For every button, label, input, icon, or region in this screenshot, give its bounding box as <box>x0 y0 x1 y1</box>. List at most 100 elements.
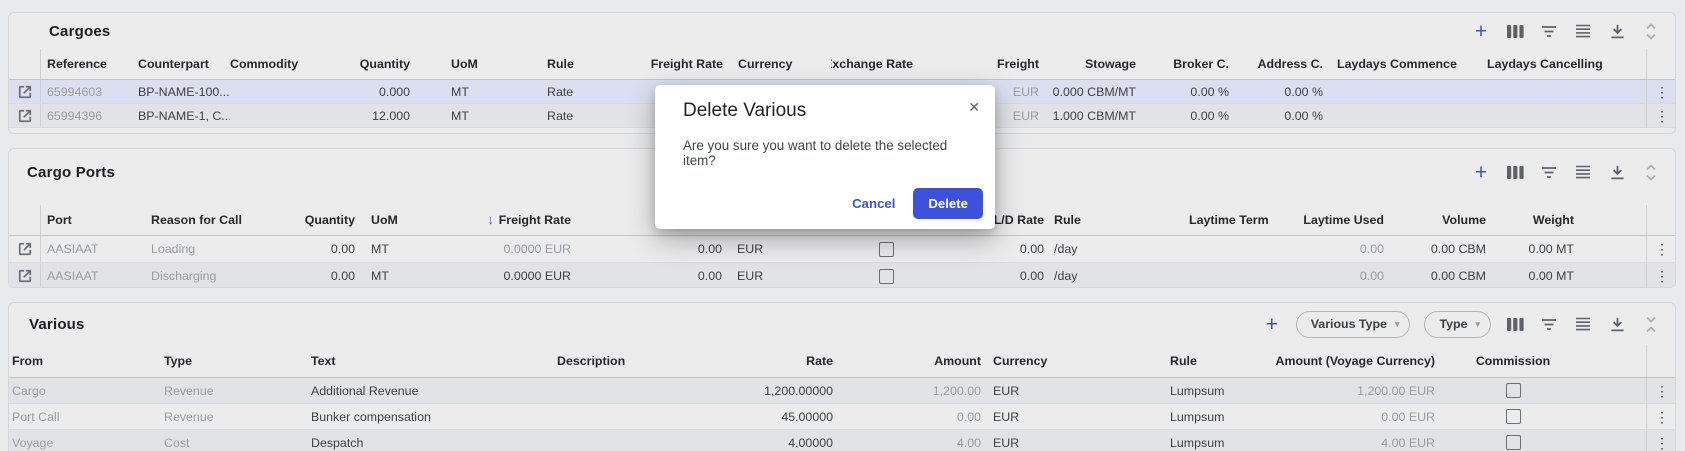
columns-icon-button[interactable] <box>1501 18 1529 44</box>
col-header-counterpart[interactable]: Counterpart <box>138 49 230 79</box>
cell-quantity: 0.00 <box>271 236 355 262</box>
col-header-quantity[interactable]: Quantity <box>271 205 355 235</box>
col-header-from[interactable]: From <box>9 345 164 377</box>
download-icon-button[interactable] <box>1603 159 1631 185</box>
col-header-rule[interactable]: Rule <box>1044 205 1131 235</box>
cell-port: AASIAAT <box>41 236 151 262</box>
dialog-title: Delete Various <box>683 100 971 122</box>
columns-icon-button[interactable] <box>1501 311 1529 337</box>
col-header-exchange-rate[interactable]: Exchange Rate <box>831 49 913 79</box>
col-header-stowage[interactable]: Stowage <box>1039 49 1136 79</box>
open-cargo-port-icon[interactable] <box>18 269 32 283</box>
filter-icon <box>1541 166 1557 179</box>
row-menu-icon[interactable]: ⋮ <box>1655 436 1669 450</box>
col-header-laytime-term[interactable]: Laytime Term <box>1131 205 1281 235</box>
col-header-quantity[interactable]: Quantity <box>351 49 410 79</box>
cell-text: Despatch <box>306 430 549 451</box>
filter-icon-button[interactable] <box>1535 311 1563 337</box>
row-density-icon-button[interactable] <box>1569 159 1597 185</box>
row-checkbox[interactable] <box>879 242 894 257</box>
row-checkbox[interactable] <box>879 269 894 284</box>
cell-rule: Lumpsum <box>1063 378 1260 403</box>
unfold-icon-button[interactable] <box>1637 159 1665 185</box>
col-header-reference[interactable]: Reference <box>41 49 138 79</box>
cell-weight: 0.00 MT <box>1486 263 1646 288</box>
download-icon-button[interactable] <box>1603 18 1631 44</box>
col-header-broker-c[interactable]: Broker C. <box>1136 49 1229 79</box>
type-filter[interactable]: Type▾ <box>1424 311 1491 338</box>
row-menu-icon[interactable]: ⋮ <box>1655 269 1669 283</box>
col-header-commission[interactable]: Commission <box>1435 345 1591 377</box>
col-header-rule[interactable]: Rule <box>1063 345 1260 377</box>
col-header-uom[interactable]: UoM <box>355 205 451 235</box>
various-type-filter[interactable]: Various Type▾ <box>1296 311 1411 338</box>
col-header-currency[interactable]: Currency <box>723 49 831 79</box>
cargo-port-row[interactable]: AASIAAT Discharging 0.00 MT 0.0000 EUR 0… <box>9 263 1675 288</box>
col-header-weight[interactable]: Weight <box>1486 205 1646 235</box>
download-icon-button[interactable] <box>1603 311 1631 337</box>
row-menu-icon[interactable]: ⋮ <box>1655 109 1669 123</box>
col-header-address-c[interactable]: Address C. <box>1229 49 1323 79</box>
col-header-amount[interactable]: Amount <box>833 345 981 377</box>
cell-amount-voyage-currency: 0.00 EUR <box>1260 404 1435 429</box>
cell-commission <box>1435 378 1591 403</box>
col-header-rule[interactable]: Rule <box>547 49 621 79</box>
col-header-laytime-used[interactable]: Laytime Used <box>1281 205 1384 235</box>
row-density-icon-button[interactable] <box>1569 18 1597 44</box>
add-cargo-port-button[interactable]: + <box>1467 159 1495 185</box>
col-header-reason-for-call[interactable]: Reason for Call <box>151 205 271 235</box>
unfold-icon-button[interactable] <box>1637 18 1665 44</box>
spacer <box>1591 378 1646 403</box>
row-menu-icon[interactable]: ⋮ <box>1655 242 1669 256</box>
col-header-laydays-commence[interactable]: Laydays Commence <box>1323 49 1487 79</box>
row-density-icon-button[interactable] <box>1569 311 1597 337</box>
cancel-button[interactable]: Cancel <box>840 189 907 218</box>
cell-from: Cargo <box>9 378 164 403</box>
various-row[interactable]: Voyage Cost Despatch 4.00000 4.00 EUR Lu… <box>9 430 1675 451</box>
col-header-freight[interactable]: Freight <box>913 49 1039 79</box>
open-cargo-icon[interactable] <box>18 109 32 123</box>
row-menu-icon[interactable]: ⋮ <box>1655 85 1669 99</box>
open-in-new-icon <box>18 242 32 256</box>
commission-checkbox[interactable] <box>1506 435 1521 450</box>
commission-checkbox[interactable] <box>1506 383 1521 398</box>
collapse-icon-button[interactable] <box>1637 311 1665 337</box>
delete-button[interactable]: Delete <box>913 188 983 219</box>
cell-reason-for-call: Loading <box>151 236 271 262</box>
close-icon[interactable]: ✕ <box>964 96 984 118</box>
col-header-text[interactable]: Text <box>306 345 549 377</box>
row-menu-icon[interactable]: ⋮ <box>1655 384 1669 398</box>
columns-icon-button[interactable] <box>1501 159 1529 185</box>
cell-description <box>549 430 649 451</box>
various-title: Various <box>9 316 85 333</box>
various-row[interactable]: Cargo Revenue Additional Revenue 1,200.0… <box>9 378 1675 404</box>
add-cargo-button[interactable]: + <box>1467 18 1495 44</box>
col-header-commodity[interactable]: Commodity <box>230 49 351 79</box>
col-header-description[interactable]: Description <box>549 345 649 377</box>
col-header-laydays-cancelling[interactable]: Laydays Cancelling <box>1487 49 1646 79</box>
col-header-rate[interactable]: Rate <box>649 345 833 377</box>
add-various-button[interactable]: + <box>1258 311 1286 337</box>
cargo-port-row[interactable]: AASIAAT Loading 0.00 MT 0.0000 EUR 0.00 … <box>9 236 1675 263</box>
col-header-freight-rate[interactable]: ↓Freight Rate <box>451 205 571 235</box>
open-cargo-port-icon[interactable] <box>18 242 32 256</box>
col-header-port[interactable]: Port <box>41 205 151 235</box>
col-header-uom[interactable]: UoM <box>410 49 547 79</box>
cell-laytime-used: 0.00 <box>1281 263 1384 288</box>
cell-volume: 0.00 CBM <box>1384 263 1486 288</box>
row-menu-icon[interactable]: ⋮ <box>1655 410 1669 424</box>
various-row[interactable]: Port Call Revenue Bunker compensation 45… <box>9 404 1675 430</box>
col-header-currency[interactable]: Currency <box>981 345 1063 377</box>
commission-checkbox[interactable] <box>1506 409 1521 424</box>
cell-from: Port Call <box>9 404 164 429</box>
col-header-type[interactable]: Type <box>164 345 306 377</box>
cell-amount: 0.00 <box>833 404 981 429</box>
chevron-down-icon: ▾ <box>1475 319 1480 330</box>
open-cargo-icon[interactable] <box>18 85 32 99</box>
open-in-new-icon <box>18 109 32 123</box>
col-header-freight-rate[interactable]: Freight Rate <box>621 49 723 79</box>
filter-icon-button[interactable] <box>1535 18 1563 44</box>
col-header-amount-voyage-currency[interactable]: Amount (Voyage Currency) <box>1260 345 1435 377</box>
filter-icon-button[interactable] <box>1535 159 1563 185</box>
col-header-volume[interactable]: Volume <box>1384 205 1486 235</box>
